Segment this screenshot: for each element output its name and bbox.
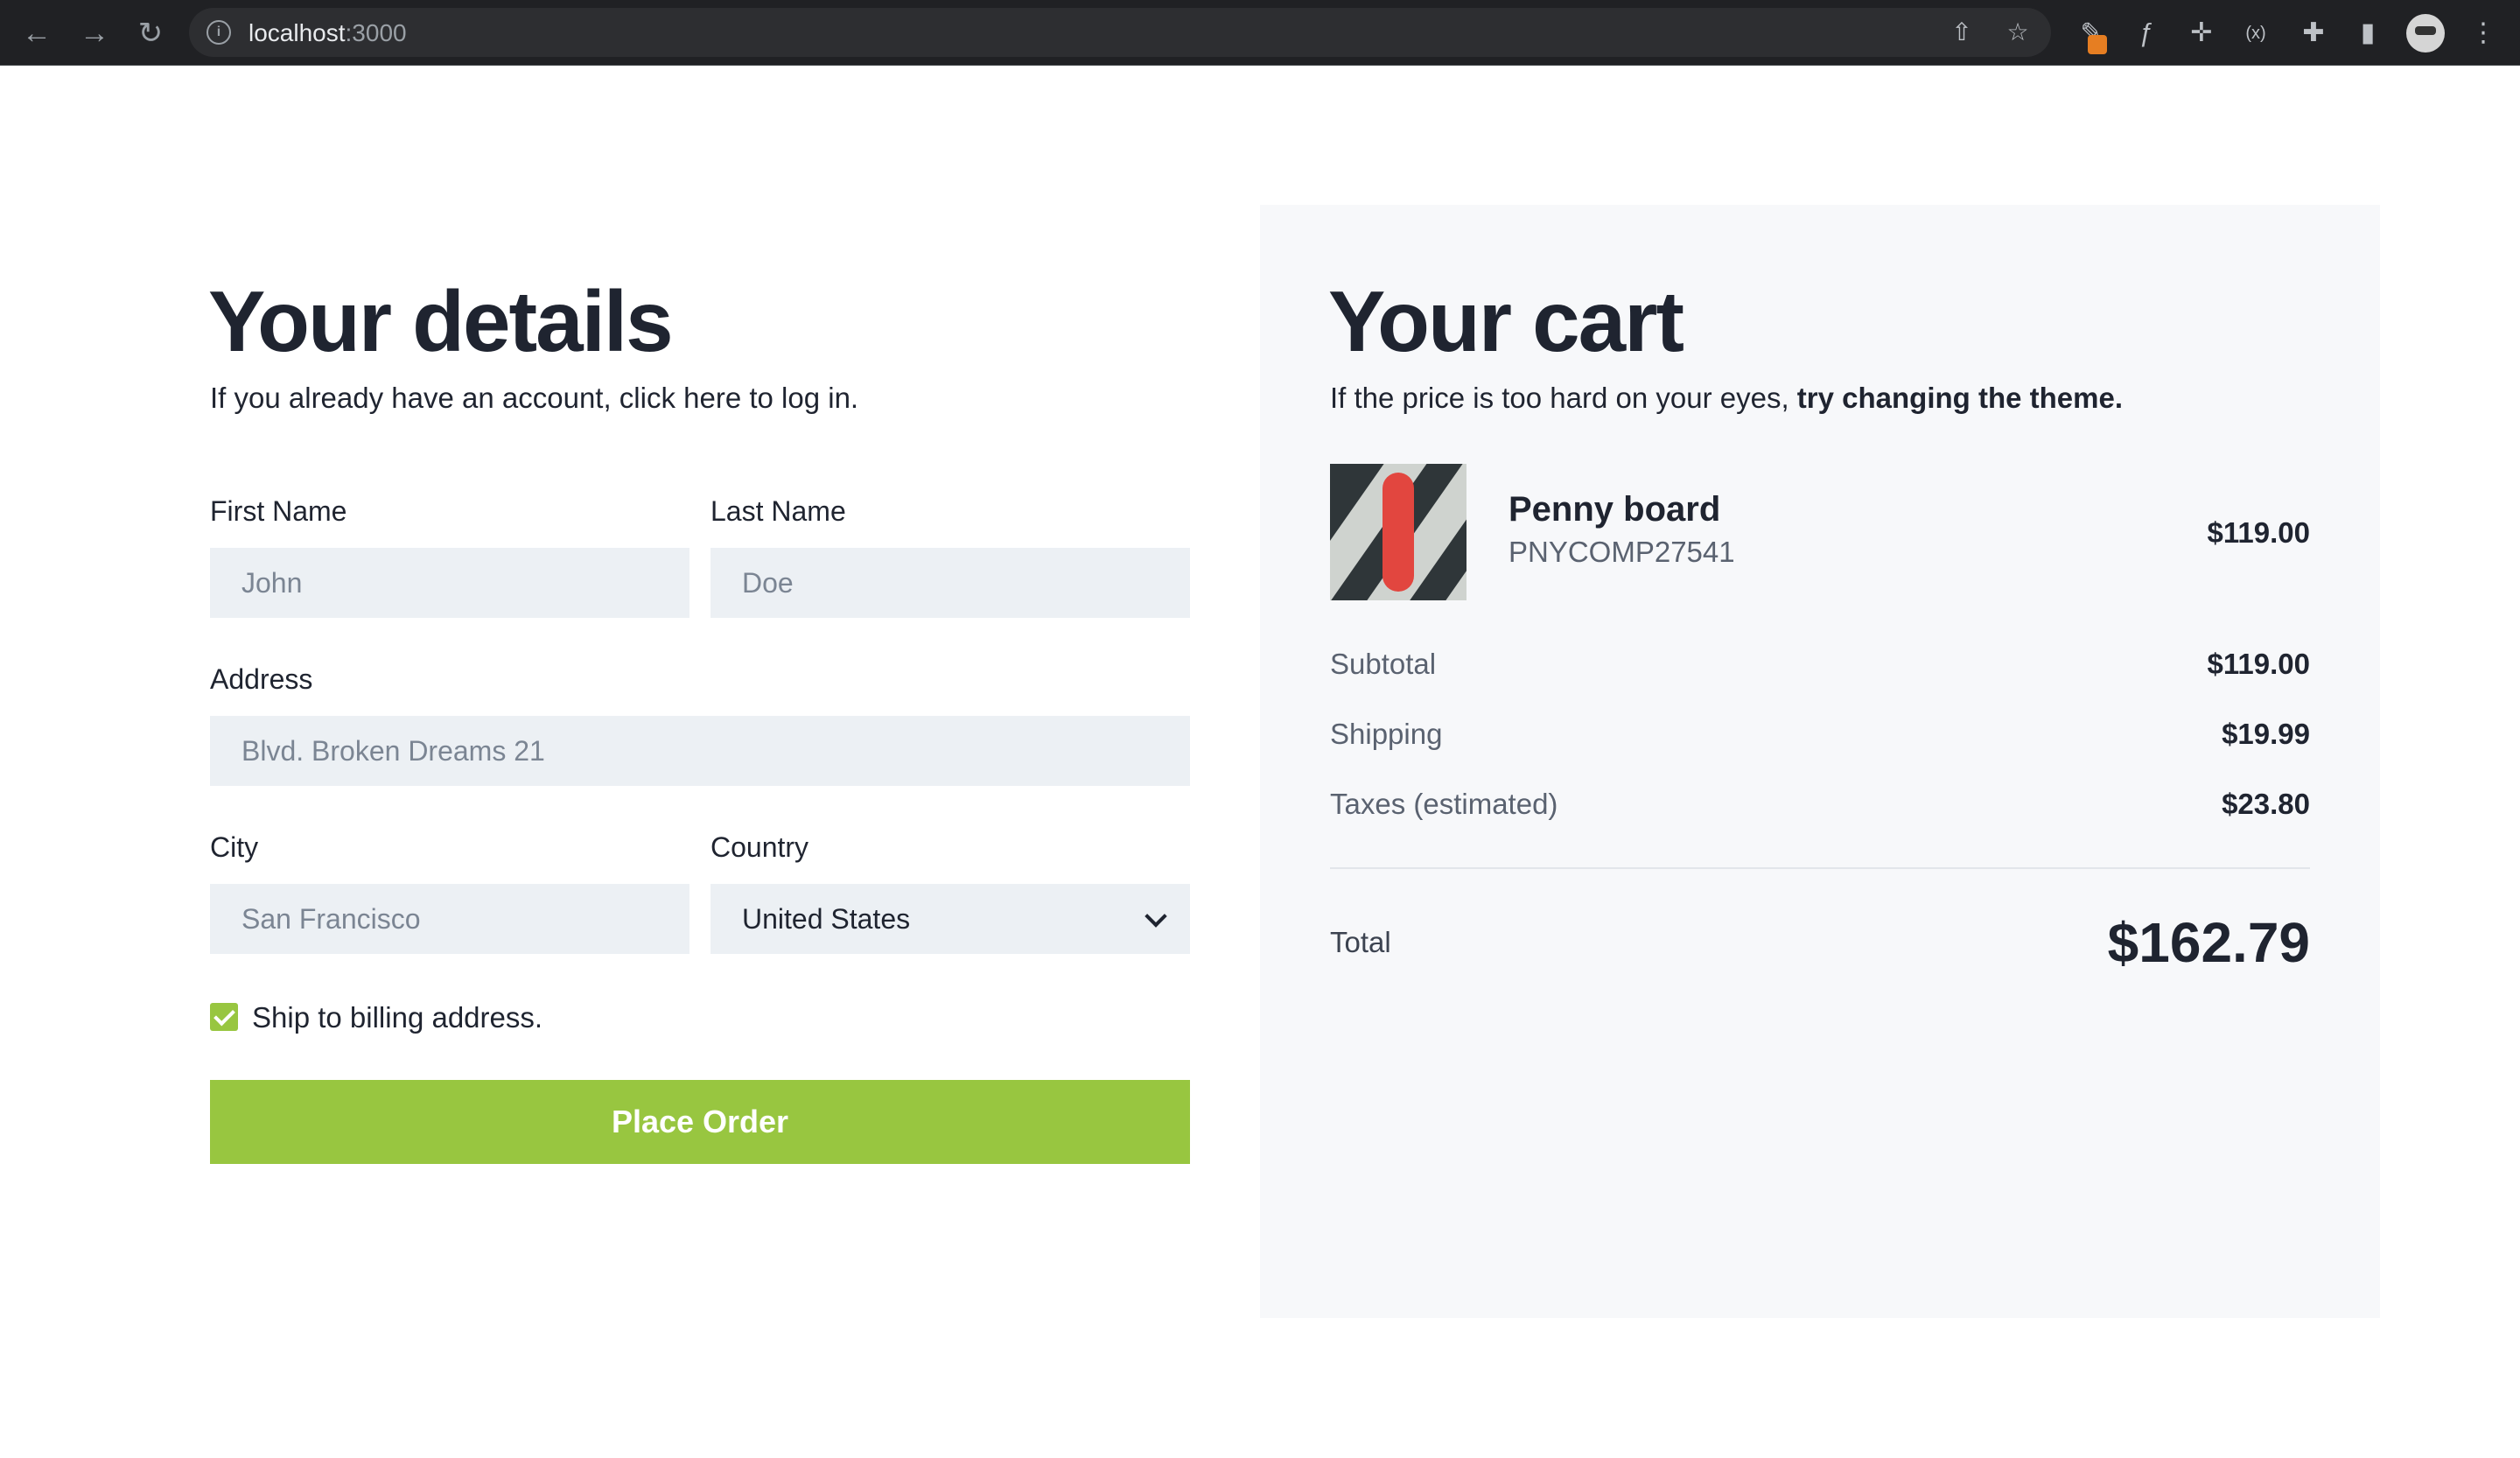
extensions-puzzle-icon[interactable]: ✚: [2296, 16, 2331, 51]
cart-subtitle: If the price is too hard on your eyes, t…: [1330, 382, 2123, 415]
extension-variable-icon[interactable]: (x): [2238, 16, 2273, 51]
profile-avatar[interactable]: [2406, 14, 2445, 53]
first-name-field[interactable]: [210, 548, 690, 618]
menu-kebab-icon[interactable]: ⋮: [2466, 16, 2501, 51]
product-price: $119.00: [2207, 516, 2310, 549]
product-image: [1330, 464, 1466, 600]
cart-title: Your cart: [1328, 273, 1684, 369]
url-text[interactable]: localhost:3000: [248, 19, 407, 47]
login-hint[interactable]: If you already have an account, click he…: [210, 382, 858, 415]
share-icon[interactable]: ⇧: [1948, 18, 1976, 46]
country-select[interactable]: United States: [710, 884, 1190, 954]
subtotal-label: Subtotal: [1330, 648, 1437, 680]
bookmark-star-icon[interactable]: ☆: [2004, 18, 2032, 46]
ship-billing-label[interactable]: Ship to billing address.: [252, 1001, 542, 1034]
reload-icon[interactable]: ↻: [133, 16, 168, 51]
total-value: $162.79: [2107, 911, 2310, 974]
taxes-value: $23.80: [2222, 788, 2310, 820]
back-arrow-icon[interactable]: ←: [19, 16, 54, 51]
chevron-down-icon: [1144, 905, 1167, 928]
taxes-label: Taxes (estimated): [1330, 788, 1558, 820]
extension-badge: [2088, 35, 2107, 54]
total-label: Total: [1330, 926, 1391, 958]
subtotal-value: $119.00: [2207, 648, 2310, 680]
address-bar[interactable]: i localhost:3000 ⇧ ☆: [189, 8, 2051, 57]
place-order-button[interactable]: Place Order: [210, 1080, 1190, 1164]
shipping-value: $19.99: [2222, 718, 2310, 750]
address-label: Address: [210, 663, 313, 695]
city-label: City: [210, 831, 259, 863]
country-select-value: United States: [742, 903, 911, 935]
side-panel-icon[interactable]: ▮: [2350, 16, 2385, 51]
first-name-label: First Name: [210, 495, 347, 527]
extension-crosshair-icon[interactable]: ✛: [2184, 16, 2219, 51]
shipping-label: Shipping: [1330, 718, 1443, 750]
city-field[interactable]: [210, 884, 690, 954]
extension-function-icon[interactable]: ƒ: [2128, 16, 2163, 51]
ship-billing-checkbox[interactable]: [210, 1003, 238, 1031]
address-field[interactable]: [210, 716, 1190, 786]
info-icon[interactable]: i: [206, 20, 231, 45]
divider: [1330, 867, 2310, 869]
last-name-field[interactable]: [710, 548, 1190, 618]
change-theme-link[interactable]: try changing the theme.: [1797, 382, 2123, 414]
forward-arrow-icon[interactable]: →: [77, 16, 112, 51]
details-title: Your details: [208, 273, 674, 369]
product-sku: PNYCOMP27541: [1508, 536, 1735, 568]
cart-subtitle-text: If the price is too hard on your eyes,: [1330, 382, 1797, 414]
product-name: Penny board: [1508, 490, 1721, 529]
browser-toolbar: ← → ↻ i localhost:3000 ⇧ ☆ ✎ ƒ ✛ (x) ✚ ▮…: [0, 0, 2520, 66]
last-name-label: Last Name: [710, 495, 846, 527]
cart-panel: [1260, 205, 2380, 1318]
country-label: Country: [710, 831, 809, 863]
